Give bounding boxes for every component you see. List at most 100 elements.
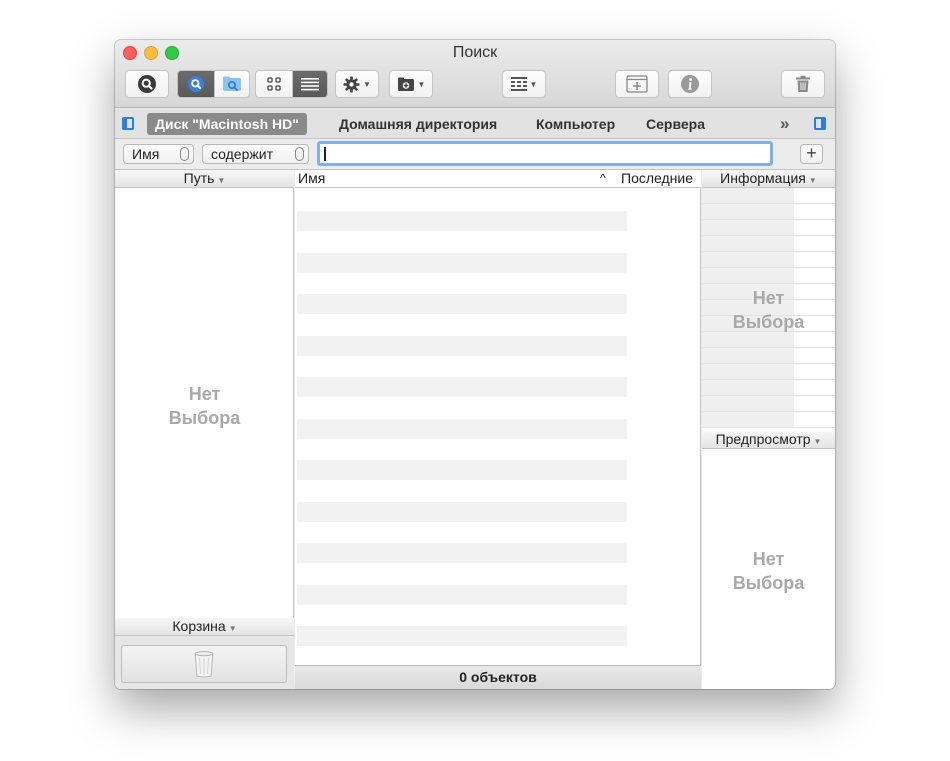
gear-icon — [343, 76, 360, 92]
info-no-selection-line2: Выбора — [732, 312, 805, 332]
info-grid-label-cell — [702, 252, 794, 267]
empty-row-stripe — [297, 460, 627, 480]
new-folder-menu-button[interactable]: ▼ — [389, 70, 433, 98]
empty-row-stripe — [297, 418, 627, 439]
info-grid-row — [702, 364, 835, 380]
add-criteria-button[interactable]: + — [800, 144, 823, 164]
empty-row-stripe — [297, 294, 627, 314]
preview-no-selection-line2: Выбора — [732, 573, 805, 593]
search-scope-bar: Диск "Macintosh HD" Домашняя директория … — [115, 109, 835, 139]
empty-row-stripe — [297, 501, 627, 522]
info-grid-row — [702, 204, 835, 220]
list-view-icon — [300, 78, 319, 91]
search-query-input[interactable] — [317, 141, 773, 166]
results-header: Имя ^ Последние — [295, 170, 701, 188]
no-selection-line2: Выбора — [168, 408, 241, 428]
updown-arrows-icon — [295, 147, 304, 161]
view-mode-segment — [255, 70, 328, 98]
search-criteria-row: Имя содержит + — [115, 139, 835, 170]
info-header[interactable]: Информация ▼ — [702, 170, 835, 188]
overflow-chevron-icon[interactable]: » — [780, 113, 789, 135]
new-window-icon — [626, 75, 648, 93]
info-grid-label-cell — [702, 268, 794, 283]
info-grid-label-cell — [702, 204, 794, 219]
empty-row-stripe — [297, 543, 627, 563]
info-grid-row — [702, 348, 835, 364]
trash-header-label: Корзина — [172, 618, 226, 634]
info-grid-row — [702, 268, 835, 284]
chevron-down-icon: ▼ — [363, 79, 371, 89]
info-grid-label-cell — [702, 396, 794, 411]
trash-can-icon — [194, 651, 214, 678]
info-grid-label-cell — [702, 412, 794, 427]
finder-mode-segment — [177, 70, 250, 98]
info-grid-row — [702, 332, 835, 348]
trash-icon — [796, 75, 810, 92]
info-grid-row — [702, 220, 835, 236]
criteria-operator-value: содержит — [211, 146, 273, 162]
criteria-operator-popup[interactable]: содержит — [202, 144, 309, 164]
info-grid-label-cell — [702, 380, 794, 395]
trash-area: Корзина ▼ — [115, 618, 294, 689]
info-grid-label-cell — [702, 188, 794, 203]
scope-servers[interactable]: Сервера — [638, 113, 713, 135]
criteria-attribute-popup[interactable]: Имя — [123, 144, 194, 164]
trash-header[interactable]: Корзина ▼ — [115, 618, 294, 636]
info-grid-label-cell — [702, 332, 794, 347]
info-grid-label-cell — [702, 348, 794, 363]
toggle-left-sidebar-icon[interactable] — [122, 117, 134, 130]
move-to-trash-button[interactable] — [781, 70, 825, 98]
scope-computer[interactable]: Компьютер — [528, 113, 623, 135]
column-name[interactable]: Имя — [298, 170, 325, 187]
info-icon — [681, 75, 699, 93]
chevron-down-icon: ▼ — [808, 176, 817, 185]
titlebar: Поиск ▼ ▼ ▼ — [115, 40, 835, 108]
path-no-selection: Нет Выбора — [115, 382, 294, 430]
empty-row-stripe — [297, 584, 627, 605]
finder-browse-mode-button[interactable] — [213, 71, 250, 97]
finder-search-mode-button[interactable] — [178, 71, 214, 97]
info-grid-row — [702, 188, 835, 204]
chevron-down-icon: ▼ — [228, 624, 237, 633]
path-header[interactable]: Путь ▼ — [115, 170, 294, 188]
action-menu-button[interactable]: ▼ — [335, 70, 379, 98]
empty-row-stripe — [297, 335, 627, 356]
finder-search-icon — [187, 76, 204, 92]
column-last-opened[interactable]: Последние — [621, 170, 693, 187]
no-selection-line1: Нет — [188, 384, 221, 404]
info-grid-label-cell — [702, 364, 794, 379]
search-button[interactable] — [125, 70, 169, 98]
icon-view-button[interactable] — [256, 71, 292, 97]
chevron-down-icon: ▼ — [417, 79, 426, 89]
info-grid-row — [702, 412, 835, 428]
finder-search-window: Поиск ▼ ▼ ▼ Диск "Macintosh HD" Домашняя… — [115, 40, 835, 689]
path-pane: Путь ▼ Нет Выбора Корзина ▼ — [115, 170, 294, 689]
new-folder-icon — [397, 77, 414, 91]
new-window-button[interactable] — [615, 70, 659, 98]
criteria-attribute-value: Имя — [132, 146, 160, 162]
empty-row-stripe — [297, 377, 627, 397]
info-grid-row — [702, 236, 835, 252]
empty-row-stripe — [297, 211, 627, 231]
finder-folder-search-icon — [222, 76, 241, 91]
scope-home-directory[interactable]: Домашняя директория — [331, 113, 505, 135]
info-grid-label-cell — [702, 220, 794, 235]
preview-no-selection-line1: Нет — [752, 549, 785, 569]
icon-view-icon — [267, 77, 281, 91]
preview-header-label: Предпросмотр — [715, 431, 811, 447]
trash-drop-target[interactable] — [121, 645, 287, 683]
info-header-label: Информация — [720, 170, 806, 186]
arrange-menu-button[interactable]: ▼ — [502, 70, 546, 98]
list-view-button[interactable] — [291, 71, 327, 97]
scope-macintosh-hd[interactable]: Диск "Macintosh HD" — [147, 113, 307, 135]
get-info-button[interactable] — [668, 70, 712, 98]
info-no-selection-line1: Нет — [752, 288, 785, 308]
toggle-right-sidebar-icon[interactable] — [814, 117, 826, 130]
preview-header[interactable]: Предпросмотр ▼ — [702, 431, 835, 449]
preview-no-selection: Нет Выбора — [702, 547, 835, 595]
empty-row-stripe — [297, 626, 627, 646]
chevron-down-icon: ▼ — [813, 437, 822, 446]
results-pane: Имя ^ Последние 0 объектов — [295, 170, 701, 689]
item-count: 0 объектов — [459, 669, 537, 685]
sort-ascending-icon: ^ — [600, 171, 606, 185]
